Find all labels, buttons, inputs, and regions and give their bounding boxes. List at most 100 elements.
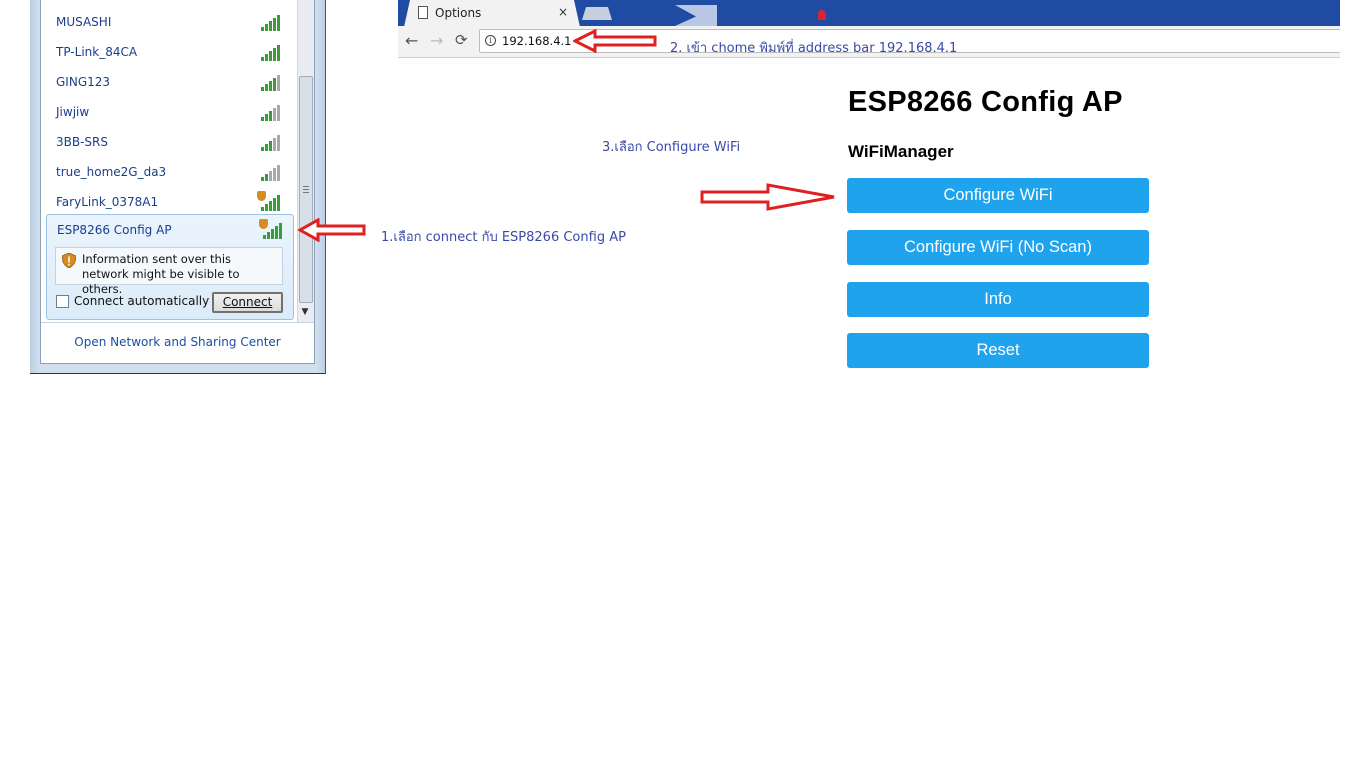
signal-bar [273,48,276,61]
signal-bar [277,15,280,31]
signal-strength-icon [259,103,281,121]
signal-bar [263,235,266,239]
page-subtitle: WiFiManager [848,142,954,161]
warning-shield-icon [62,253,76,268]
network-item-esp8266-selected[interactable]: ESP8266 Config AP Information sent over … [46,214,294,320]
scrollbar-grip-icon [303,186,309,194]
signal-bar [277,195,280,211]
security-shield-icon [257,191,266,201]
security-warning: Information sent over this network might… [55,247,283,296]
network-name: GING123 [56,75,111,89]
site-info-icon[interactable]: i [485,35,496,46]
url-text[interactable]: 192.168.4.1 [502,34,572,48]
signal-bar [273,108,276,121]
secured-signal-icon [259,219,283,239]
network-name: FaryLink_0378A1 [56,195,159,209]
signal-bar [269,21,272,31]
signal-bar [275,226,278,239]
network-item-tp-link[interactable]: TP-Link_84CA [46,34,291,64]
network-name: ESP8266 Config AP [57,223,172,237]
signal-bar [265,24,268,31]
tab-close-icon[interactable]: × [558,5,568,19]
reload-icon[interactable]: ⟳ [455,31,468,49]
signal-bar [273,18,276,31]
window-edge [1340,0,1366,58]
signal-strength-icon [259,163,281,181]
signal-bar [265,144,268,151]
signal-bar [267,232,270,239]
signal-bar [273,198,276,211]
back-arrow-icon[interactable]: ← [405,31,418,50]
annotation-step-3: 3.เลือก Configure WiFi [602,140,741,155]
wifi-network-panel: MUSASHI TP-Link_84CA GING123 Jiwjiw 3BB-… [30,0,326,374]
signal-strength-icon [259,133,281,151]
signal-bar [269,81,272,91]
network-name: 3BB-SRS [56,135,109,149]
signal-bar [277,135,280,151]
red-arrow-left-icon [298,218,366,242]
divider [41,322,314,323]
signal-bar [277,45,280,61]
signal-bar [261,177,264,181]
network-item-farylink[interactable]: FaryLink_0378A1 [46,184,291,214]
reset-button[interactable]: Reset [847,333,1149,368]
network-name: MUSASHI [56,15,112,29]
page-document-icon [418,6,428,19]
warning-text: Information sent over this network might… [82,252,240,296]
signal-bar [269,171,272,181]
network-name: TP-Link_84CA [56,45,138,59]
forward-arrow-icon[interactable]: → [430,31,443,50]
signal-bar [261,87,264,91]
signal-bar [277,105,280,121]
signal-bar [273,138,276,151]
signal-bar [269,201,272,211]
tab-title: Options [435,6,482,20]
signal-bar [261,147,264,151]
connect-automatically-label: Connect automatically [74,294,210,308]
page-title: ESP8266 Config AP [848,86,1123,118]
signal-bar [269,141,272,151]
signal-bar [277,75,280,91]
signal-bar [261,27,264,31]
configure-wifi-button[interactable]: Configure WiFi [847,178,1149,213]
signal-bar [265,54,268,61]
signal-bar [277,165,280,181]
signal-bar [273,78,276,91]
annotation-step-1: 1.เลือก connect กับ ESP8266 Config AP [381,230,626,245]
signal-bar [273,168,276,181]
network-item-true-home[interactable]: true_home2G_da3 [46,154,291,184]
connect-automatically-checkbox[interactable] [56,295,69,308]
signal-bar [271,229,274,239]
annotation-step-2: 2. เข้า chome พิมพ์ที่ address bar 192.1… [670,41,958,56]
open-network-sharing-center-link[interactable]: Open Network and Sharing Center [41,335,314,349]
security-shield-icon [259,219,268,229]
info-button[interactable]: Info [847,282,1149,317]
secured-signal-icon [257,191,281,211]
wifi-network-list: MUSASHI TP-Link_84CA GING123 Jiwjiw 3BB-… [40,0,315,364]
signal-bar [269,51,272,61]
signal-bar [265,114,268,121]
signal-bar [279,223,282,239]
network-item-3bb-srs[interactable]: 3BB-SRS [46,124,291,154]
signal-strength-icon [259,13,281,31]
new-tab-button[interactable] [582,7,612,20]
network-name: Jiwjiw [56,105,90,119]
signal-bar [261,117,264,121]
signal-bar [261,57,264,61]
red-arrow-left-icon [573,29,657,53]
signal-strength-icon [259,43,281,61]
network-item-musashi[interactable]: MUSASHI [46,4,291,34]
tab-options[interactable] [404,0,580,27]
signal-bar [261,207,264,211]
signal-bar [265,84,268,91]
network-item-jiwjiw[interactable]: Jiwjiw [46,94,291,124]
network-item-ging123[interactable]: GING123 [46,64,291,94]
configure-wifi-no-scan-button[interactable]: Configure WiFi (No Scan) [847,230,1149,265]
scroll-down-arrow-icon[interactable]: ▼ [299,306,311,318]
signal-bar [265,204,268,211]
red-arrow-right-icon [700,183,835,211]
signal-strength-icon [259,73,281,91]
signal-bar [269,111,272,121]
background-figure-icon [818,10,826,20]
connect-button[interactable]: Connect [212,292,283,313]
